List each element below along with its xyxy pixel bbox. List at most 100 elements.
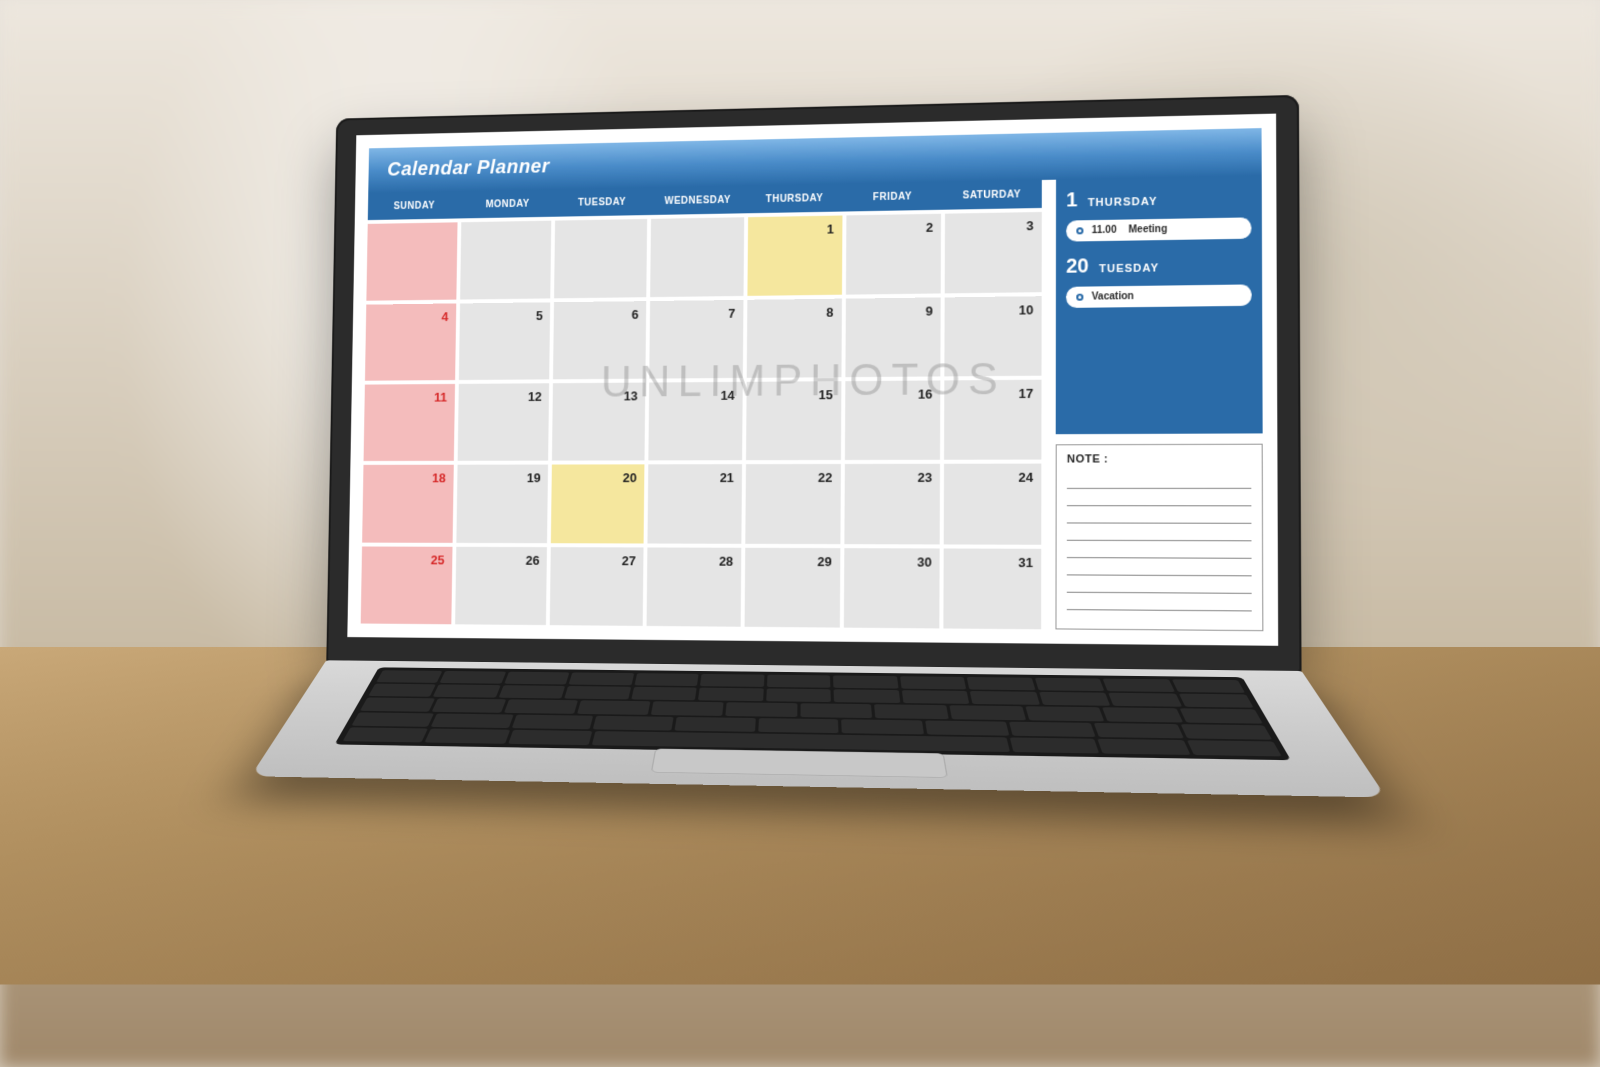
calendar-cell[interactable] [650,217,744,296]
calendar-cell[interactable]: 16 [844,380,940,460]
calendar-cell[interactable]: 13 [552,382,645,460]
event-time: 11.00 [1092,225,1121,237]
events-panel: 1THURSDAY 11.00 Meeting 20 TUESDAY Vacation [1056,176,1263,435]
event-pill[interactable]: Vacation [1066,284,1252,308]
date-number: 11 [434,389,447,404]
date-number: 12 [528,389,542,404]
date-number: 14 [720,387,734,402]
calendar-cell[interactable] [366,222,457,300]
calendar-cell[interactable]: 1 [747,215,842,295]
date-number: 30 [917,554,932,569]
date-number: 3 [1026,218,1033,233]
date-number: 27 [622,553,636,568]
calendar-cell[interactable]: 7 [649,299,743,378]
date-number: 31 [1018,554,1033,569]
calendar-cell[interactable]: 2 [846,214,942,294]
calendar-cell[interactable]: 29 [744,547,839,627]
day-header: THURSDAY [746,184,844,213]
day-header: SUNDAY [368,191,461,220]
note-panel[interactable]: NOTE : [1055,444,1263,631]
day-header: WEDNESDAY [650,186,746,215]
calendar-cell[interactable]: 22 [745,464,840,543]
calendar-cell[interactable]: 23 [844,464,940,544]
day-header: FRIDAY [843,182,942,212]
calendar-cell[interactable]: 27 [550,546,643,625]
event-pill[interactable]: 11.00 Meeting [1066,217,1251,241]
note-lines[interactable] [1067,471,1252,621]
calendar-cell[interactable]: 20 [551,464,644,542]
date-number: 16 [918,386,933,401]
bullet-icon [1076,294,1083,301]
calendar-panel: SUNDAYMONDAYTUESDAYWEDNESDAYTHURSDAYFRID… [361,180,1042,629]
event-day-block: 20 TUESDAY Vacation [1066,253,1252,308]
date-number: 15 [819,387,833,402]
calendar-cell[interactable]: 14 [648,381,742,460]
calendar-cell[interactable] [460,221,552,299]
date-number: 23 [918,470,933,485]
calendar-cell[interactable]: 24 [944,463,1041,543]
calendar-cell[interactable]: 26 [455,546,548,625]
date-number: 28 [719,553,733,568]
calendar-cell[interactable]: 11 [364,384,455,461]
bullet-icon [1076,227,1083,234]
calendar-cell[interactable]: 8 [747,298,842,378]
date-number: 13 [624,388,638,403]
screen-bezel: Calendar Planner SUNDAYMONDAYTUESDAYWEDN… [326,94,1301,672]
event-day-block: 1THURSDAY 11.00 Meeting [1066,186,1251,242]
event-label: Vacation [1092,291,1134,303]
date-number: 18 [432,470,446,485]
date-number: 25 [431,552,445,567]
app-screen: Calendar Planner SUNDAYMONDAYTUESDAYWEDN… [347,113,1278,645]
date-number: 1 [827,222,834,237]
calendar-cell[interactable]: 6 [553,300,646,379]
date-number: 24 [1018,470,1033,485]
laptop: Calendar Planner SUNDAYMONDAYTUESDAYWEDN… [322,94,1302,900]
date-number: 6 [631,306,638,321]
event-day-header: 20 TUESDAY [1066,253,1252,279]
date-number: 26 [526,552,540,567]
date-number: 21 [720,470,734,485]
calendar-cell[interactable]: 19 [456,464,548,542]
day-header: MONDAY [461,190,555,219]
event-date-number: 20 [1066,255,1089,278]
date-number: 17 [1019,385,1034,400]
calendar-cell[interactable]: 9 [845,297,941,377]
trackpad[interactable] [651,748,948,777]
event-label: Meeting [1128,224,1167,236]
date-number: 8 [826,304,833,319]
right-column: 1THURSDAY 11.00 Meeting 20 TUESDAY Vacation N… [1055,176,1263,631]
calendar-cell[interactable]: 28 [647,547,741,627]
day-header: SATURDAY [942,180,1042,210]
date-number: 20 [623,470,637,485]
day-header: TUESDAY [554,188,649,217]
calendar-cell[interactable] [554,219,647,298]
date-number: 5 [536,307,543,322]
event-date-number: 1 [1066,189,1077,212]
date-number: 29 [817,553,831,568]
calendar-cell[interactable]: 21 [648,464,742,543]
calendar-cell[interactable]: 3 [945,212,1042,293]
event-day-header: 1THURSDAY [1066,186,1251,213]
calendar-grid: 1234567891011121314151617181920212223242… [361,208,1042,629]
date-number: 2 [926,220,933,235]
date-number: 10 [1019,302,1034,317]
calendar-cell[interactable]: 5 [459,302,551,380]
event-day-name: TUESDAY [1099,262,1159,275]
calendar-cell[interactable]: 4 [365,303,456,381]
calendar-cell[interactable]: 31 [944,548,1042,629]
calendar-cell[interactable]: 30 [843,547,940,628]
calendar-cell[interactable]: 17 [944,379,1041,459]
keyboard[interactable] [334,667,1290,760]
calendar-cell[interactable]: 12 [457,383,549,461]
calendar-cell[interactable]: 25 [361,546,453,624]
note-title: NOTE : [1067,453,1251,466]
date-number: 22 [818,470,832,485]
calendar-cell[interactable]: 10 [945,295,1042,376]
date-number: 4 [441,309,448,324]
calendar-cell[interactable]: 18 [362,465,453,542]
calendar-cell[interactable]: 15 [746,381,841,460]
date-number: 7 [728,305,735,320]
date-number: 9 [926,303,933,318]
date-number: 19 [527,470,541,485]
app-title: Calendar Planner [387,156,550,182]
